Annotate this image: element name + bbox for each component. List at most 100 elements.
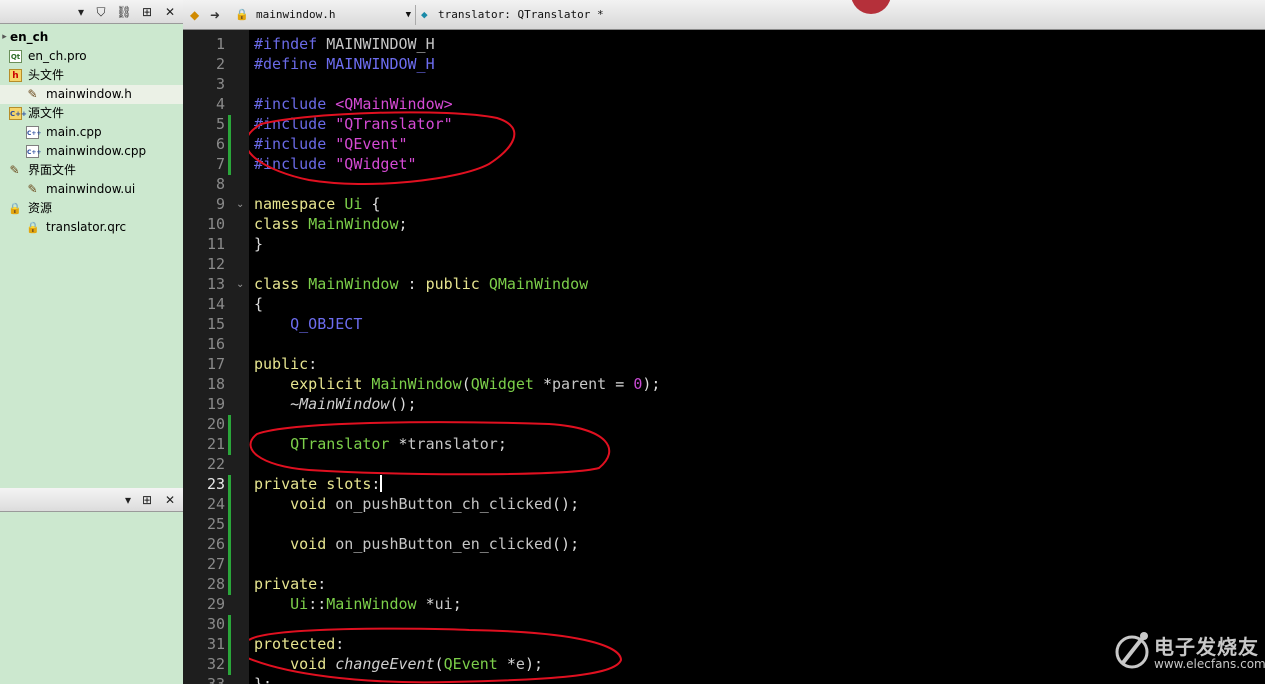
source-folder-icon: C++ <box>9 107 27 120</box>
code-line: #include "QWidget" <box>254 155 417 173</box>
line-number: 25 <box>206 515 225 533</box>
line-number: 20 <box>206 415 225 433</box>
forward-icon[interactable]: ➜ <box>210 8 220 22</box>
tree-item-mainwindow-cpp[interactable]: C++ mainwindow.cpp <box>0 142 183 161</box>
chevron-down-icon[interactable]: ▾ <box>120 492 136 508</box>
line-number: 1 <box>215 35 225 53</box>
line-number: 24 <box>206 495 225 513</box>
code-line: private slots: <box>254 475 383 493</box>
cpp-file-icon: C++ <box>26 145 41 158</box>
line-number: 3 <box>215 75 225 93</box>
tree-item-label: mainwindow.cpp <box>46 144 147 158</box>
elecfans-logo-icon <box>1115 632 1149 669</box>
line-number-gutter: ⌄ ⌄ 1 2 3 4 5 6 7 8 9 10 11 12 13 14 15 16 17 18 19 20 21 22 2… <box>183 30 249 684</box>
watermark: 电子发烧友 www.elecfans.com <box>1112 626 1265 674</box>
line-number: 17 <box>206 355 225 373</box>
line-number: 18 <box>206 375 225 393</box>
split-icon[interactable]: ⊞ <box>139 4 155 20</box>
forms-folder-icon: ✎ <box>9 163 20 177</box>
tree-item-resources[interactable]: 🔒 资源 <box>0 199 183 218</box>
line-number: 15 <box>206 315 225 333</box>
fold-icon[interactable]: ⌄ <box>236 199 244 210</box>
code-line: explicit MainWindow(QWidget *parent = 0)… <box>290 375 661 393</box>
code-line: QTranslator *translator; <box>290 435 507 453</box>
tree-item-label: 资源 <box>28 201 53 215</box>
code-editor[interactable]: #ifndef MAINWINDOW_H #define MAINWINDOW_… <box>249 30 1265 684</box>
link-icon[interactable]: ⛓ <box>116 4 132 20</box>
close-icon[interactable]: ✕ <box>162 4 178 20</box>
code-line: private: <box>254 575 327 593</box>
line-number: 23 <box>206 475 225 493</box>
toolbar-separator <box>415 5 416 25</box>
line-number: 11 <box>206 235 225 253</box>
code-line: #ifndef MAINWINDOW_H <box>254 35 435 53</box>
line-number: 9 <box>215 195 225 213</box>
fold-icon[interactable]: ⌄ <box>236 279 244 290</box>
line-number: 13 <box>206 275 225 293</box>
tree-item-pro-file[interactable]: Qt en_ch.pro <box>0 47 183 66</box>
code-line: #include "QTranslator" <box>254 115 453 133</box>
tree-item-project[interactable]: ▸ en_ch <box>0 28 183 47</box>
filter-icon[interactable]: ⛉ <box>93 4 109 20</box>
tree-item-label: en_ch.pro <box>28 49 87 63</box>
code-line: Ui::MainWindow *ui; <box>290 595 462 613</box>
file-selector-label: mainwindow.h <box>256 8 336 21</box>
line-number: 19 <box>206 395 225 413</box>
change-marker <box>228 115 231 175</box>
code-line: class MainWindow : public QMainWindow <box>254 275 589 293</box>
code-line: void on_pushButton_en_clicked(); <box>290 535 580 553</box>
tree-item-mainwindow-ui[interactable]: ✎ mainwindow.ui <box>0 180 183 199</box>
code-line: #include <QMainWindow> <box>254 95 453 113</box>
line-number: 14 <box>206 295 225 313</box>
close-icon[interactable]: ✕ <box>162 492 178 508</box>
tree-item-sources[interactable]: C++ 源文件 <box>0 104 183 123</box>
split-icon[interactable]: ⊞ <box>139 492 155 508</box>
change-marker <box>228 615 231 675</box>
tree-item-label: 源文件 <box>28 106 65 120</box>
tree-item-translator-qrc[interactable]: 🔒 translator.qrc <box>0 218 183 237</box>
code-line: { <box>254 295 264 313</box>
ui-file-icon: ✎ <box>27 182 38 196</box>
line-number: 4 <box>215 95 225 113</box>
project-panel-toolbar: ▾ ⛉ ⛓ ⊞ ✕ <box>0 0 183 24</box>
resources-folder-icon: 🔒 <box>8 202 22 215</box>
header-file-icon: ✎ <box>27 87 38 101</box>
code-line: void changeEvent(QEvent *e); <box>290 655 543 673</box>
tree-item-label: mainwindow.h <box>46 87 132 101</box>
line-number: 32 <box>206 655 225 673</box>
line-number: 7 <box>215 155 225 173</box>
lock-icon: 🔒 <box>235 8 249 21</box>
code-line: class MainWindow; <box>254 215 408 233</box>
code-line: Q_OBJECT <box>290 315 363 333</box>
watermark-site: www.elecfans.com <box>1154 657 1265 671</box>
symbol-selector-label: translator: QTranslator * <box>438 8 604 21</box>
tree-item-mainwindow-h[interactable]: ✎ mainwindow.h <box>0 85 183 104</box>
chevron-down-icon: ▼ <box>405 10 411 20</box>
code-line: void on_pushButton_ch_clicked(); <box>290 495 580 513</box>
chevron-down-icon[interactable]: ▾ <box>73 4 89 20</box>
symbol-selector[interactable]: ◆ translator: QTranslator * <box>421 5 721 25</box>
tree-item-headers[interactable]: h 头文件 <box>0 66 183 85</box>
editor-toolbar: ◆ ➜ 🔒 mainwindow.h ▼ ◆ translator: QTran… <box>183 0 1265 30</box>
file-selector[interactable]: 🔒 mainwindow.h ▼ <box>229 5 413 25</box>
tree-item-forms[interactable]: ✎ 界面文件 <box>0 161 183 180</box>
line-number: 33 <box>206 675 225 684</box>
line-number: 12 <box>206 255 225 273</box>
code-line: ~MainWindow(); <box>254 395 417 413</box>
qrc-file-icon: 🔒 <box>26 221 40 234</box>
back-icon[interactable]: ◆ <box>190 8 199 22</box>
open-documents-list[interactable] <box>0 512 183 684</box>
line-number: 26 <box>206 535 225 553</box>
tree-item-main-cpp[interactable]: C++ main.cpp <box>0 123 183 142</box>
header-folder-icon: h <box>9 69 22 82</box>
code-line: }; <box>254 675 273 684</box>
line-number: 28 <box>206 575 225 593</box>
line-number: 10 <box>206 215 225 233</box>
tree-item-label: 头文件 <box>28 68 65 82</box>
pro-file-icon: Qt <box>9 50 22 63</box>
open-documents-toolbar: ▾ ⊞ ✕ <box>0 488 183 512</box>
project-tree: ▸ en_ch Qt en_ch.pro h 头文件 ✎ mainwindow.… <box>0 28 183 237</box>
line-number: 6 <box>215 135 225 153</box>
line-number: 30 <box>206 615 225 633</box>
watermark-brand: 电子发烧友 <box>1154 635 1259 659</box>
